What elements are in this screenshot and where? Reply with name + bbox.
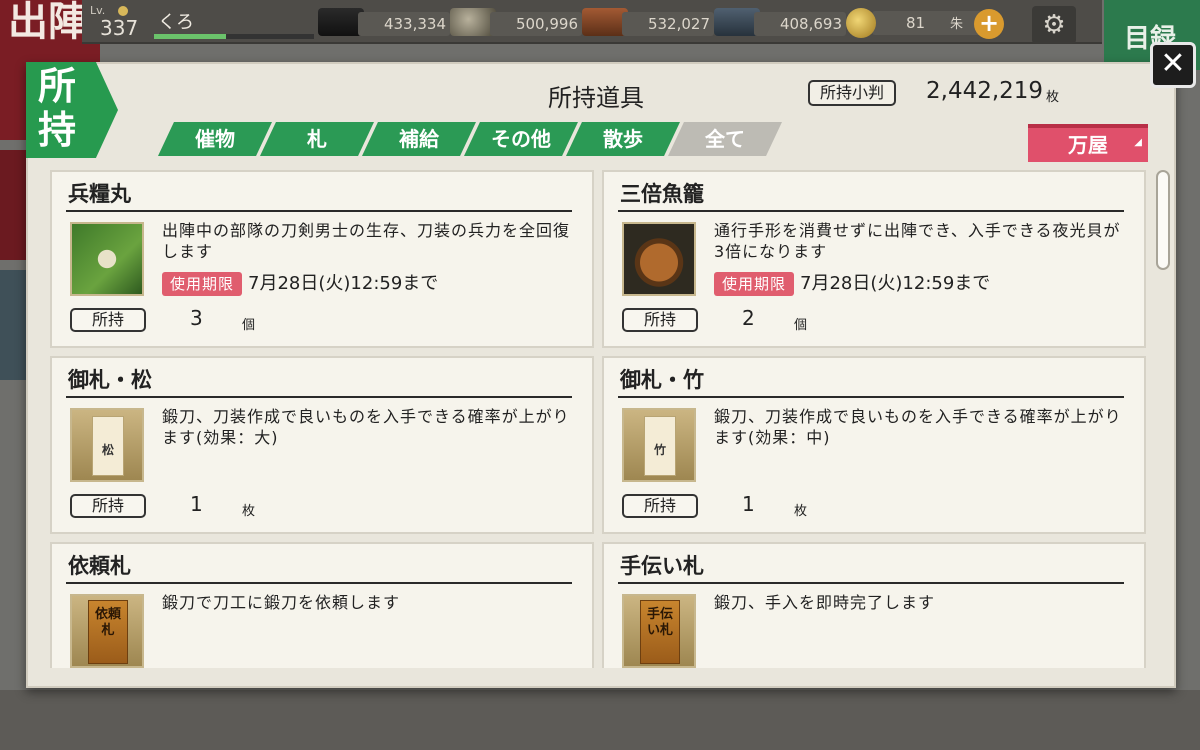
basket-icon <box>622 222 696 296</box>
owned-label: 所持 <box>622 494 698 518</box>
coin-unit: 朱 <box>950 17 964 32</box>
expiry-label: 使用期限 <box>162 272 243 296</box>
expiry-date: 7月28日(火)12:59まで <box>800 273 991 294</box>
resource-value: 408,693 <box>754 12 846 36</box>
divider <box>618 210 1124 212</box>
resource-value: 532,027 <box>622 12 714 36</box>
corner-chevron-icon: ◢ <box>1134 137 1142 148</box>
shop-button[interactable]: 万屋 ◢ <box>1028 124 1148 162</box>
owned-unit: 枚 <box>242 504 256 519</box>
tab-supplies[interactable]: 補給 <box>362 122 476 156</box>
owned-unit: 枚 <box>794 504 808 519</box>
exp-bar <box>154 34 314 39</box>
item-description: 通行手形を消費せずに出陣でき、入手できる夜光貝が3倍になります <box>714 221 1121 261</box>
exp-bar-fill <box>154 34 226 39</box>
item-name: 御札・松 <box>68 367 152 392</box>
plank-text: 依頼札 <box>88 600 128 664</box>
tab-events[interactable]: 催物 <box>158 122 272 156</box>
modal-title: 所持道具 <box>548 84 644 112</box>
item-description: 鍛刀で刀工に鍛刀を依頼します <box>162 593 401 612</box>
item-description: 鍛刀、手入を即時完了します <box>714 593 936 612</box>
item-name: 兵糧丸 <box>68 181 131 206</box>
item-card-ofuda-take[interactable]: 御札・竹 竹 鍛刀、刀装作成で良いものを入手できる確率が上がります(効果：中) … <box>602 356 1146 534</box>
item-scrollbar[interactable] <box>1156 170 1170 668</box>
divider <box>66 210 572 212</box>
shop-label: 万屋 <box>1068 133 1108 157</box>
item-description: 鍛刀、刀装作成で良いものを入手できる確率が上がります(効果：大) <box>162 407 570 447</box>
divider <box>66 582 572 584</box>
tab-walk[interactable]: 散歩 <box>566 122 680 156</box>
category-tabs: 催物 札 補給 その他 散歩 全て <box>158 122 798 158</box>
talisman-bamboo-icon: 竹 <box>622 408 696 482</box>
coin-icon <box>846 8 876 38</box>
owned-unit: 個 <box>242 318 256 333</box>
side-tab-red <box>0 150 26 260</box>
item-description: 出陣中の部隊の刀剣男士の生存、刀装の兵力を全回復します <box>162 221 571 261</box>
resource-tamahagane: 500,996 <box>450 8 586 36</box>
resource-cooling: 532,027 <box>582 8 718 36</box>
expiry-row: 使用期限 7月28日(火)12:59まで <box>162 272 438 296</box>
expiry-date: 7月28日(火)12:59まで <box>248 273 439 294</box>
add-coins-button: + <box>974 9 1004 39</box>
item-name: 御札・竹 <box>620 367 704 392</box>
side-tab-slate <box>0 270 26 380</box>
item-card-hyororan[interactable]: 兵糧丸 出陣中の部隊の刀剣男士の生存、刀装の兵力を全回復します 使用期限 7月28… <box>50 170 594 348</box>
coin-count: 81 <box>872 11 982 35</box>
owned-count: 1 <box>742 492 755 516</box>
item-name: 手伝い札 <box>620 553 704 578</box>
owned-count: 1 <box>190 492 203 516</box>
owned-label: 所持 <box>70 308 146 332</box>
tab-talismans[interactable]: 札 <box>260 122 374 156</box>
owned-count: 2 <box>742 306 755 330</box>
owned-label: 所持 <box>70 494 146 518</box>
dango-icon <box>70 222 144 296</box>
inventory-badge: 所持 <box>26 62 118 158</box>
tab-all[interactable]: 全て <box>668 122 782 156</box>
close-button[interactable]: ✕ <box>1150 42 1196 88</box>
gear-icon: ⚙ <box>1032 6 1076 44</box>
item-grid[interactable]: 兵糧丸 出陣中の部隊の刀剣男士の生存、刀装の兵力を全回復します 使用期限 7月28… <box>50 170 1150 668</box>
scrollbar-thumb[interactable] <box>1156 170 1170 270</box>
item-description: 鍛刀、刀装作成で良いものを入手できる確率が上がります(効果：中) <box>714 407 1122 447</box>
resource-whetstone: 408,693 <box>714 8 850 36</box>
resource-value: 433,334 <box>358 12 450 36</box>
level-value: 337 <box>100 16 139 40</box>
divider <box>618 396 1124 398</box>
owned-count: 3 <box>190 306 203 330</box>
sortie-label: 出陣 <box>8 0 88 45</box>
talisman-slip: 竹 <box>644 416 676 476</box>
item-card-tetsudai-fuda[interactable]: 手伝い札 手伝い札 鍛刀、手入を即時完了します <box>602 542 1146 668</box>
owned-label: 所持 <box>622 308 698 332</box>
talisman-pine-icon: 松 <box>70 408 144 482</box>
player-info: Lv. 337 くろ <box>90 2 314 40</box>
item-name: 依頼札 <box>68 553 131 578</box>
player-name: くろ <box>158 12 194 33</box>
divider <box>618 582 1124 584</box>
background-bottom <box>0 690 1200 750</box>
tab-other[interactable]: その他 <box>464 122 578 156</box>
koban-unit: 枚 <box>1046 90 1060 105</box>
badge-label: 所持 <box>38 63 77 152</box>
item-card-ofuda-matsu[interactable]: 御札・松 松 鍛刀、刀装作成で良いものを入手できる確率が上がります(効果：大) … <box>50 356 594 534</box>
item-card-irai-fuda[interactable]: 依頼札 依頼札 鍛刀で刀工に鍛刀を依頼します <box>50 542 594 668</box>
koban-value: 2,442,219 <box>926 78 1044 104</box>
inventory-modal: 所持 所持道具 所持小判 2,442,219 枚 催物 札 補給 その他 散歩 … <box>26 62 1176 688</box>
resource-charcoal: 433,334 <box>318 8 454 36</box>
expiry-row: 使用期限 7月28日(火)12:59まで <box>714 272 990 296</box>
owned-unit: 個 <box>794 318 808 333</box>
helper-plank-icon: 手伝い札 <box>622 594 696 668</box>
level-coin-icon <box>118 6 128 16</box>
expiry-label: 使用期限 <box>714 272 795 296</box>
request-plank-icon: 依頼札 <box>70 594 144 668</box>
koban-label: 所持小判 <box>808 80 897 106</box>
item-name: 三倍魚籠 <box>620 181 704 206</box>
item-card-sanbai-bikugo[interactable]: 三倍魚籠 通行手形を消費せずに出陣でき、入手できる夜光貝が3倍になります 使用期… <box>602 170 1146 348</box>
divider <box>66 396 572 398</box>
plank-text: 手伝い札 <box>640 600 680 664</box>
resource-value: 500,996 <box>490 12 582 36</box>
talisman-slip: 松 <box>92 416 124 476</box>
